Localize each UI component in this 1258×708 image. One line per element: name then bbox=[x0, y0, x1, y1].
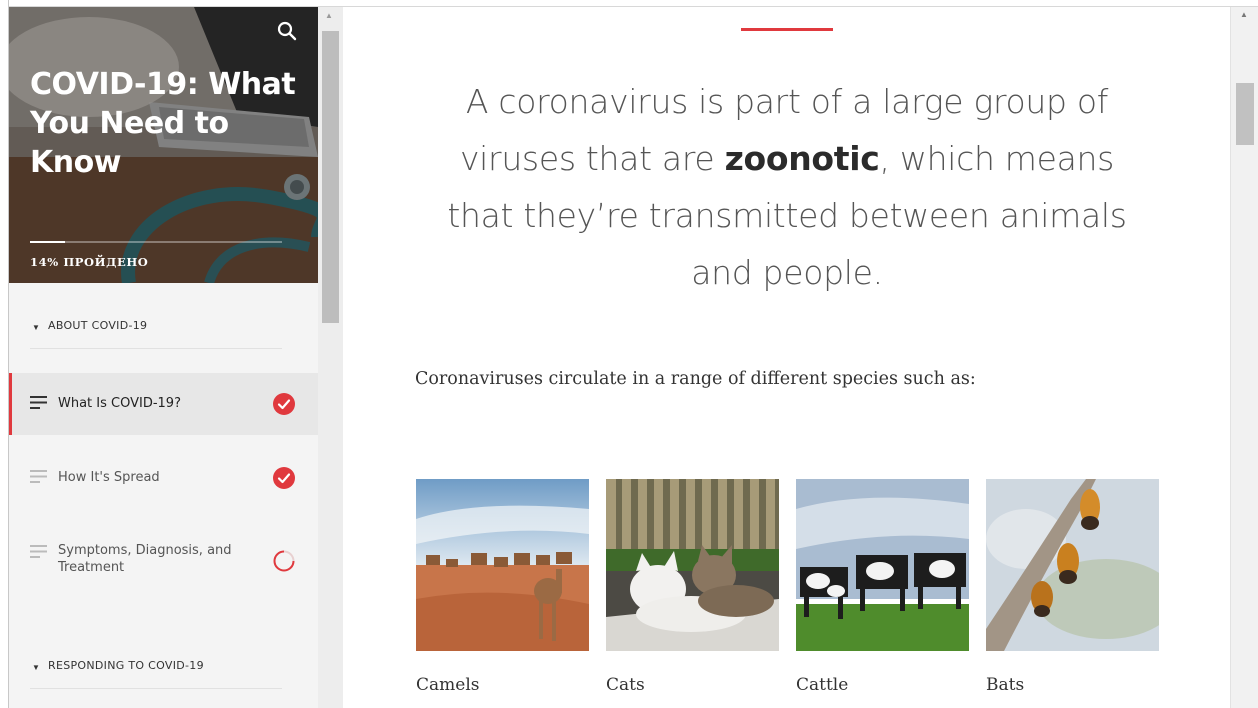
scroll-up-arrow-icon[interactable]: ▲ bbox=[325, 11, 333, 20]
lesson-lines-icon bbox=[30, 545, 47, 558]
accent-divider bbox=[741, 28, 833, 31]
window-frame-left bbox=[0, 0, 9, 708]
gallery-caption: Cats bbox=[606, 675, 645, 695]
course-progress-fill bbox=[30, 241, 66, 243]
lesson-lines-icon bbox=[30, 396, 47, 409]
window-frame-top bbox=[9, 0, 1258, 7]
lesson-statement: A coronavirus is part of a large group o… bbox=[441, 73, 1133, 301]
gallery-caption: Bats bbox=[986, 675, 1025, 695]
lesson-title: Symptoms, Diagnosis, and Treatment bbox=[58, 543, 232, 575]
camels-image bbox=[416, 479, 589, 651]
course-progress-label: 14% ПРОЙДЕНО bbox=[30, 255, 149, 269]
check-circle-icon bbox=[273, 393, 295, 415]
section-label: RESPONDING TO COVID-19 bbox=[48, 659, 204, 672]
section-about-covid[interactable]: ▼ ABOUT COVID-19 bbox=[30, 317, 282, 349]
section-label: ABOUT COVID-19 bbox=[48, 319, 148, 332]
lesson-how-its-spread[interactable]: How It's Spread bbox=[9, 447, 318, 505]
lesson-symptoms-diagnosis-treatment[interactable]: Symptoms, Diagnosis, and Treatment bbox=[9, 525, 318, 589]
check-circle-icon bbox=[273, 467, 295, 489]
statement-emphasis: zoonotic bbox=[724, 139, 880, 178]
course-title: COVID-19: What You Need to Know bbox=[30, 67, 296, 180]
sidebar-scrollbar[interactable]: ▲ bbox=[318, 7, 343, 708]
lesson-lead-paragraph: Coronaviruses circulate in a range of di… bbox=[415, 369, 976, 389]
content-scrollbar-thumb[interactable] bbox=[1236, 83, 1254, 145]
sidebar-scrollbar-thumb[interactable] bbox=[322, 31, 339, 323]
gallery-item-camels[interactable]: Camels bbox=[416, 479, 589, 695]
lesson-content: A coronavirus is part of a large group o… bbox=[343, 7, 1230, 708]
lesson-title: What Is COVID-19? bbox=[58, 396, 181, 411]
caret-down-icon: ▼ bbox=[32, 323, 40, 332]
caret-down-icon: ▼ bbox=[32, 663, 40, 672]
lesson-title: How It's Spread bbox=[58, 470, 160, 485]
section-responding-to-covid[interactable]: ▼ RESPONDING TO COVID-19 bbox=[30, 657, 282, 689]
cattle-image bbox=[796, 479, 969, 651]
scroll-up-arrow-icon[interactable]: ▲ bbox=[1240, 10, 1248, 19]
gallery-caption: Cattle bbox=[796, 675, 849, 695]
search-button[interactable] bbox=[275, 19, 299, 43]
active-lesson-indicator bbox=[9, 373, 12, 435]
lesson-lines-icon bbox=[30, 470, 47, 483]
gallery-item-cattle[interactable]: Cattle bbox=[796, 479, 969, 695]
course-sidebar: COVID-19: What You Need to Know 14% ПРОЙ… bbox=[9, 7, 318, 708]
gallery-item-cats[interactable]: Cats bbox=[606, 479, 779, 695]
search-icon bbox=[277, 21, 297, 41]
cats-image bbox=[606, 479, 779, 651]
gallery-item-bats[interactable]: Bats bbox=[986, 479, 1159, 695]
progress-ring-icon bbox=[273, 550, 295, 572]
gallery-caption: Camels bbox=[416, 675, 480, 695]
content-scrollbar[interactable]: ▲ bbox=[1230, 7, 1258, 708]
bats-image bbox=[986, 479, 1159, 651]
course-header: COVID-19: What You Need to Know 14% ПРОЙ… bbox=[9, 7, 318, 283]
course-progress-bar bbox=[30, 241, 282, 243]
lesson-what-is-covid[interactable]: What Is COVID-19? bbox=[9, 373, 318, 435]
